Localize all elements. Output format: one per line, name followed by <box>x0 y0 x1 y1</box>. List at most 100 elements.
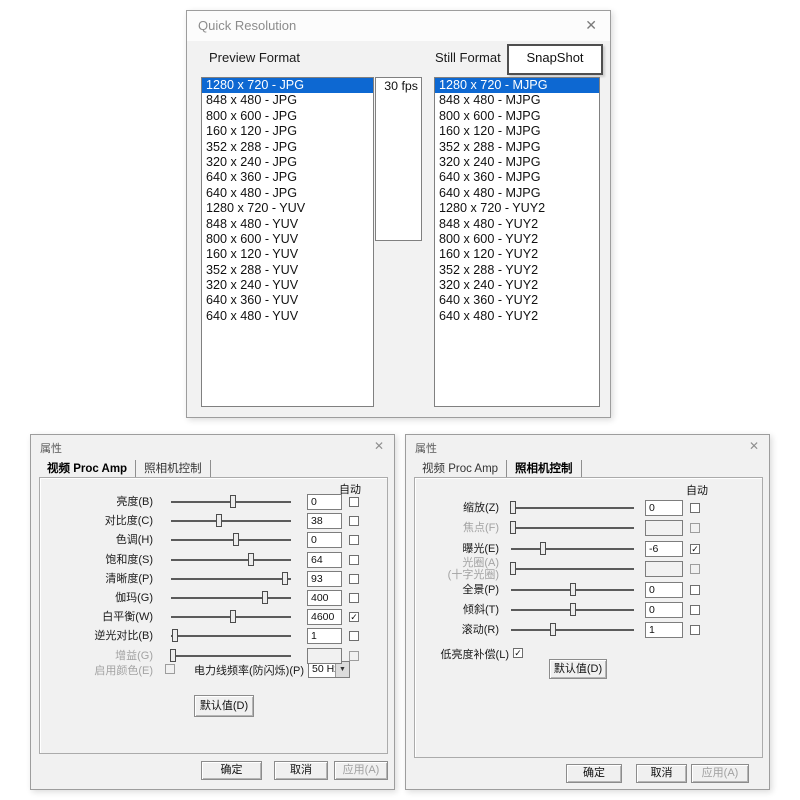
low-light-compensation-checkbox[interactable]: ✓ <box>513 648 523 658</box>
gamma-value-input[interactable]: 400 <box>307 590 342 606</box>
exposure-slider-thumb[interactable] <box>540 542 546 555</box>
preview-format-item[interactable]: 640 x 360 - JPG <box>202 170 373 185</box>
gamma-slider-thumb[interactable] <box>262 591 268 604</box>
preview-format-listbox[interactable]: 1280 x 720 - JPG848 x 480 - JPG800 x 600… <box>201 77 374 407</box>
roll-slider[interactable] <box>511 629 634 631</box>
still-format-item[interactable]: 800 x 600 - MJPG <box>435 109 599 124</box>
preview-format-item[interactable]: 160 x 120 - JPG <box>202 124 373 139</box>
tab-video-proc-amp[interactable]: 视频 Proc Amp <box>414 460 507 478</box>
default-button[interactable]: 默认值(D) <box>549 659 607 679</box>
focus-slider-thumb[interactable] <box>510 521 516 534</box>
tab-video-proc-amp[interactable]: 视频 Proc Amp <box>39 460 136 478</box>
cancel-button[interactable]: 取消 <box>274 761 328 780</box>
still-format-item[interactable]: 352 x 288 - YUY2 <box>435 263 599 278</box>
fps-item[interactable]: 30 fps <box>376 78 421 93</box>
still-format-item[interactable]: 1280 x 720 - YUY2 <box>435 201 599 216</box>
brightness-slider-thumb[interactable] <box>230 495 236 508</box>
iris-slider[interactable] <box>511 568 634 570</box>
default-button[interactable]: 默认值(D) <box>194 695 254 717</box>
brightness-auto-checkbox[interactable] <box>349 497 359 507</box>
still-format-item[interactable]: 320 x 240 - YUY2 <box>435 278 599 293</box>
preview-format-item[interactable]: 640 x 360 - YUV <box>202 293 373 308</box>
focus-slider[interactable] <box>511 527 634 529</box>
white-balance-value-input[interactable]: 4600 <box>307 609 342 625</box>
gamma-slider[interactable] <box>171 597 291 599</box>
iris-slider-thumb[interactable] <box>510 562 516 575</box>
pan-value-input[interactable]: 0 <box>645 582 683 598</box>
exposure-auto-checkbox[interactable]: ✓ <box>690 544 700 554</box>
still-format-item[interactable]: 160 x 120 - YUY2 <box>435 247 599 262</box>
preview-format-item[interactable]: 848 x 480 - JPG <box>202 93 373 108</box>
preview-format-item[interactable]: 1280 x 720 - YUV <box>202 201 373 216</box>
preview-format-item[interactable]: 1280 x 720 - JPG <box>202 78 373 93</box>
still-format-item[interactable]: 848 x 480 - YUY2 <box>435 217 599 232</box>
backlight-comp-value-input[interactable]: 1 <box>307 628 342 644</box>
tilt-auto-checkbox[interactable] <box>690 605 700 615</box>
backlight-comp-slider[interactable] <box>171 635 291 637</box>
sharpness-slider-thumb[interactable] <box>282 572 288 585</box>
contrast-slider[interactable] <box>171 520 291 522</box>
pan-slider-thumb[interactable] <box>570 583 576 596</box>
tilt-value-input[interactable]: 0 <box>645 602 683 618</box>
contrast-value-input[interactable]: 38 <box>307 513 342 529</box>
preview-format-item[interactable]: 352 x 288 - YUV <box>202 263 373 278</box>
backlight-comp-auto-checkbox[interactable] <box>349 631 359 641</box>
sharpness-value-input[interactable]: 93 <box>307 571 342 587</box>
gamma-auto-checkbox[interactable] <box>349 593 359 603</box>
pan-auto-checkbox[interactable] <box>690 585 700 595</box>
still-format-item[interactable]: 160 x 120 - MJPG <box>435 124 599 139</box>
hue-slider[interactable] <box>171 539 291 541</box>
zoom-auto-checkbox[interactable] <box>690 503 700 513</box>
preview-format-item[interactable]: 800 x 600 - JPG <box>202 109 373 124</box>
roll-slider-thumb[interactable] <box>550 623 556 636</box>
ok-button[interactable]: 确定 <box>566 764 622 783</box>
contrast-auto-checkbox[interactable] <box>349 516 359 526</box>
gain-auto-checkbox[interactable] <box>349 651 359 661</box>
still-format-item[interactable]: 352 x 288 - MJPG <box>435 140 599 155</box>
snapshot-button[interactable]: SnapShot <box>507 44 603 75</box>
zoom-slider[interactable] <box>511 507 634 509</box>
zoom-slider-thumb[interactable] <box>510 501 516 514</box>
tab-camera-control[interactable]: 照相机控制 <box>507 460 582 478</box>
preview-format-item[interactable]: 640 x 480 - YUV <box>202 309 373 324</box>
tilt-slider-thumb[interactable] <box>570 603 576 616</box>
still-format-item[interactable]: 320 x 240 - MJPG <box>435 155 599 170</box>
contrast-slider-thumb[interactable] <box>216 514 222 527</box>
roll-auto-checkbox[interactable] <box>690 625 700 635</box>
preview-format-item[interactable]: 640 x 480 - JPG <box>202 186 373 201</box>
close-icon[interactable]: ✕ <box>374 439 384 453</box>
still-format-item[interactable]: 848 x 480 - MJPG <box>435 93 599 108</box>
still-format-item[interactable]: 800 x 600 - YUY2 <box>435 232 599 247</box>
hue-auto-checkbox[interactable] <box>349 535 359 545</box>
close-icon[interactable]: ✕ <box>749 439 759 453</box>
focus-auto-checkbox[interactable] <box>690 523 700 533</box>
close-icon[interactable]: ✕ <box>585 17 597 34</box>
sharpness-slider[interactable] <box>171 578 291 580</box>
roll-value-input[interactable]: 1 <box>645 622 683 638</box>
still-format-item[interactable]: 640 x 360 - MJPG <box>435 170 599 185</box>
hue-slider-thumb[interactable] <box>233 533 239 546</box>
preview-format-item[interactable]: 352 x 288 - JPG <box>202 140 373 155</box>
hue-value-input[interactable]: 0 <box>307 532 342 548</box>
preview-format-item[interactable]: 160 x 120 - YUV <box>202 247 373 262</box>
white-balance-auto-checkbox[interactable]: ✓ <box>349 612 359 622</box>
preview-format-item[interactable]: 320 x 240 - YUV <box>202 278 373 293</box>
still-format-item[interactable]: 640 x 480 - YUY2 <box>435 309 599 324</box>
saturation-value-input[interactable]: 64 <box>307 552 342 568</box>
saturation-auto-checkbox[interactable] <box>349 555 359 565</box>
gain-slider-thumb[interactable] <box>170 649 176 662</box>
chevron-down-icon[interactable]: ▼ <box>335 662 349 677</box>
iris-auto-checkbox[interactable] <box>690 564 700 574</box>
backlight-comp-slider-thumb[interactable] <box>172 629 178 642</box>
brightness-value-input[interactable]: 0 <box>307 494 342 510</box>
gain-slider[interactable] <box>171 655 291 657</box>
exposure-slider[interactable] <box>511 548 634 550</box>
preview-format-item[interactable]: 320 x 240 - JPG <box>202 155 373 170</box>
tab-camera-control[interactable]: 照相机控制 <box>136 460 211 478</box>
fps-listbox[interactable]: 30 fps <box>375 77 422 241</box>
saturation-slider-thumb[interactable] <box>248 553 254 566</box>
still-format-item[interactable]: 1280 x 720 - MJPG <box>435 78 599 93</box>
still-format-listbox[interactable]: 1280 x 720 - MJPG848 x 480 - MJPG800 x 6… <box>434 77 600 407</box>
white-balance-slider-thumb[interactable] <box>230 610 236 623</box>
preview-format-item[interactable]: 800 x 600 - YUV <box>202 232 373 247</box>
